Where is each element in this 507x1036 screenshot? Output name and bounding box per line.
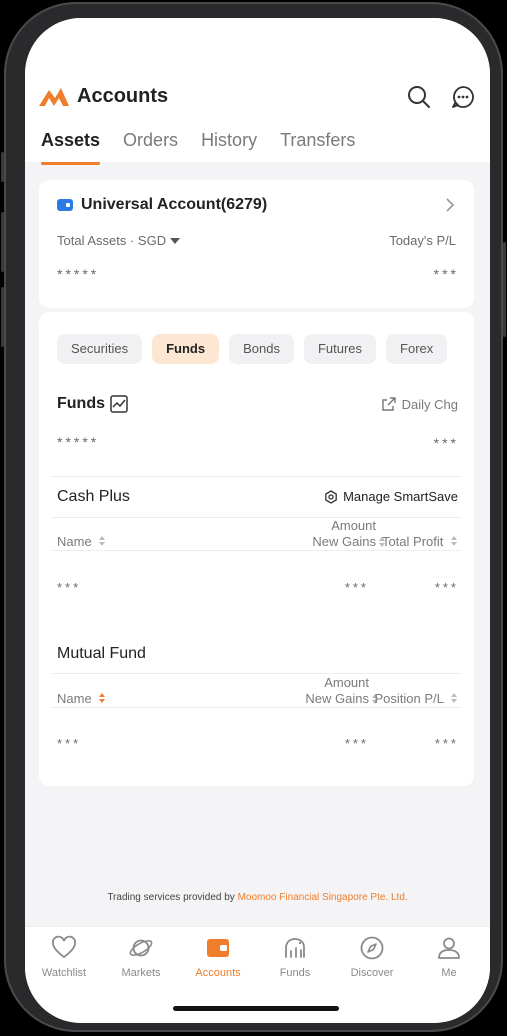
col-new-gains-label: New Gains (305, 691, 369, 706)
col-new-gains-label: New Gains (312, 534, 376, 549)
daily-chg-label: Daily Chg (401, 396, 458, 412)
manage-smartsave-label: Manage SmartSave (343, 489, 458, 504)
nav-label: Markets (121, 967, 161, 979)
nav-accounts[interactable]: Accounts (179, 935, 257, 979)
divider (51, 673, 462, 674)
row-amount: *** (344, 736, 369, 751)
wallet-icon (57, 199, 73, 211)
cash-plus-title: Cash Plus (57, 488, 130, 505)
nav-markets[interactable]: Markets (102, 935, 180, 979)
nav-funds[interactable]: Funds (256, 935, 334, 979)
nav-me[interactable]: Me (410, 935, 488, 979)
home-indicator[interactable] (173, 1006, 339, 1011)
funds-title: Funds (57, 395, 105, 412)
col-total-profit-header[interactable]: Total Profit (382, 534, 458, 550)
col-amount-label: Amount (324, 675, 369, 690)
account-name: Universal Account(6279) (81, 196, 268, 213)
pill-forex[interactable]: Forex (386, 334, 448, 364)
divider (51, 550, 462, 551)
heart-icon (52, 935, 76, 959)
app-screen: Accounts Assets Orders History Transfers… (25, 18, 490, 1023)
volume-down-button (1, 287, 4, 347)
search-icon[interactable] (406, 84, 432, 110)
col-name-header[interactable]: Name (57, 534, 106, 550)
col-total-profit-label: Total Profit (381, 534, 444, 549)
divider (51, 517, 462, 518)
settings-icon (325, 489, 337, 504)
todays-pl-value: *** (433, 266, 459, 282)
phone-frame: Accounts Assets Orders History Transfers… (1, 2, 506, 1032)
funds-daily-chg-value: *** (433, 435, 459, 451)
col-name-header[interactable]: Name (57, 691, 106, 707)
planet-icon (129, 939, 153, 957)
col-name-label: Name (57, 691, 92, 706)
row-name: *** (57, 736, 82, 751)
mute-switch (1, 152, 4, 182)
moomoo-logo-icon (39, 88, 69, 106)
top-bar: Accounts Assets Orders History Transfers (25, 18, 490, 165)
nav-label: Me (441, 967, 457, 979)
col-amount-header[interactable]: Amount New Gains (305, 675, 369, 707)
wallet-icon (207, 939, 229, 957)
asset-type-tabs: Securities Funds Bonds Futures Forex (57, 334, 448, 364)
footer-text: Trading services provided by (107, 892, 238, 903)
sort-active-icon (99, 693, 106, 703)
nav-label: Accounts (195, 967, 241, 979)
pill-futures[interactable]: Futures (303, 334, 377, 364)
nav-label: Discover (350, 967, 394, 979)
pill-securities[interactable]: Securities (57, 334, 143, 364)
footer-disclaimer: Trading services provided by Moomoo Fina… (25, 892, 490, 903)
footer-link[interactable]: Moomoo Financial Singapore Pte. Ltd. (238, 892, 408, 903)
compass-icon (360, 936, 384, 960)
row-total-profit: *** (434, 580, 459, 595)
tab-history[interactable]: History (201, 130, 257, 162)
person-icon (438, 937, 460, 959)
total-assets-value: ***** (57, 266, 100, 282)
pill-funds[interactable]: Funds (152, 334, 220, 364)
power-button (503, 242, 506, 337)
holdings-card: Securities Funds Bonds Futures Forex Fun… (39, 312, 474, 786)
divider (51, 476, 462, 477)
divider (51, 707, 462, 708)
account-card[interactable]: Universal Account(6279) Total Assets · S… (39, 180, 474, 308)
total-assets-selector[interactable]: Total Assets · SGD (57, 233, 181, 248)
col-position-pl-label: Position P/L (374, 691, 444, 706)
main-tabs: Assets Orders History Transfers (41, 130, 355, 165)
tab-transfers[interactable]: Transfers (280, 130, 355, 162)
sort-icon (451, 536, 457, 546)
chart-icon[interactable] (109, 394, 129, 414)
nav-discover[interactable]: Discover (333, 935, 411, 979)
sort-icon (99, 536, 106, 546)
nav-label: Funds (279, 967, 311, 979)
chat-icon[interactable] (450, 84, 476, 110)
col-position-pl-header[interactable]: Position P/L (374, 691, 458, 707)
funds-icon (285, 938, 305, 958)
sort-icon (451, 693, 457, 703)
row-position-pl: *** (434, 736, 459, 751)
todays-pl-label: Today's P/L (389, 233, 456, 248)
col-amount-header[interactable]: Amount New Gains (312, 518, 376, 550)
caret-down-icon (170, 238, 181, 244)
chevron-right-icon[interactable] (444, 198, 456, 212)
tab-assets[interactable]: Assets (41, 130, 101, 165)
manage-smartsave-button[interactable]: Manage SmartSave (324, 489, 458, 504)
daily-chg-toggle[interactable]: Daily Chg (381, 396, 458, 412)
tab-orders[interactable]: Orders (123, 130, 178, 162)
funds-total-value: ***** (57, 434, 100, 450)
nav-watchlist[interactable]: Watchlist (25, 935, 103, 979)
col-amount-label: Amount (331, 518, 376, 533)
pill-bonds[interactable]: Bonds (229, 334, 294, 364)
account-header: Universal Account(6279) (57, 196, 267, 214)
col-name-label: Name (57, 534, 92, 549)
nav-label: Watchlist (41, 967, 87, 979)
total-assets-label: Total Assets · SGD (57, 233, 167, 248)
export-icon (381, 397, 396, 411)
row-name: *** (57, 580, 82, 595)
page-title: Accounts (77, 85, 169, 107)
volume-up-button (1, 212, 4, 272)
mutual-fund-title: Mutual Fund (57, 645, 146, 662)
row-amount: *** (344, 580, 369, 595)
